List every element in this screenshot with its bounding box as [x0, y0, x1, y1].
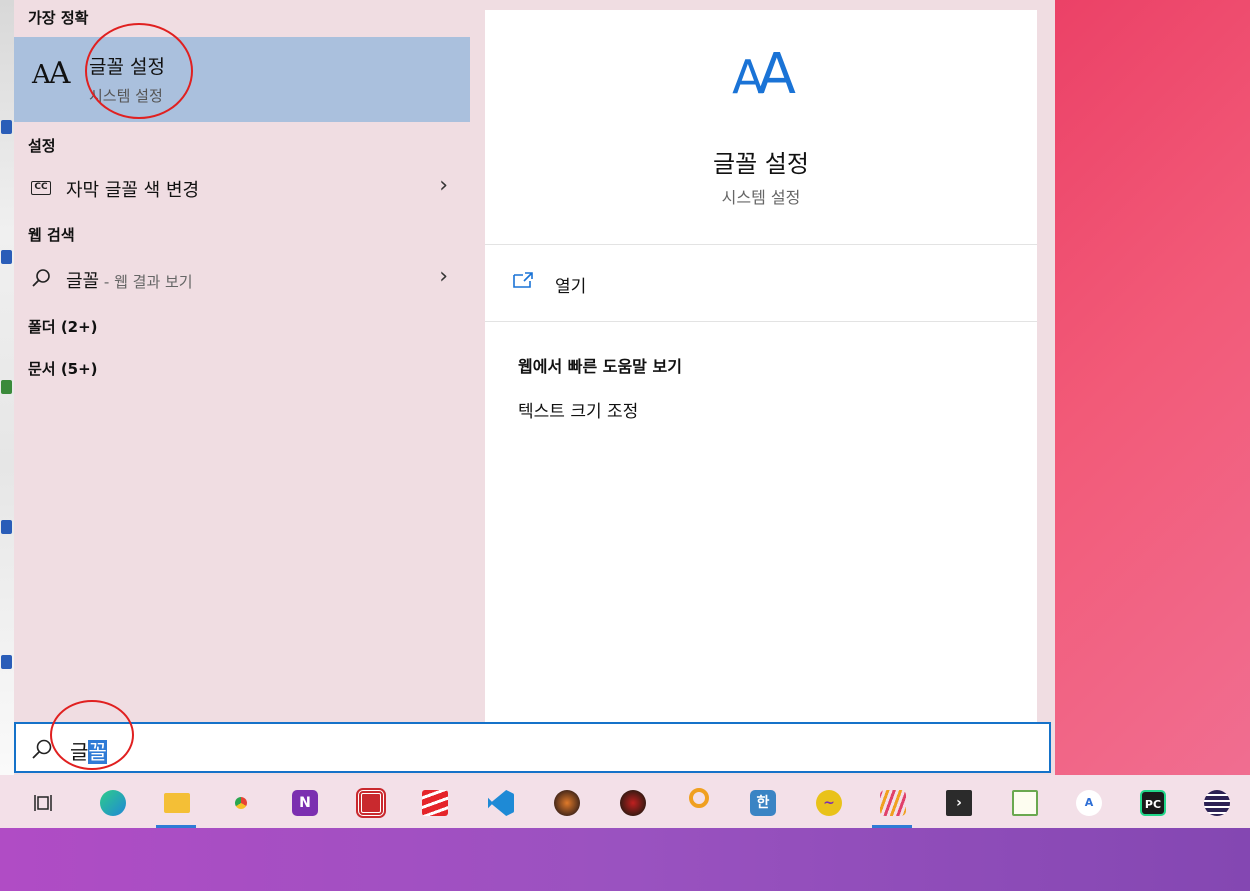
settings-header: 설정: [28, 137, 56, 155]
vscode-button[interactable]: [480, 783, 520, 823]
results-list: 가장 정확 AA 글꼴 설정 시스템 설정 설정 CC 자막 글꼴 색 변경 ›…: [14, 0, 470, 722]
magnifier-app-button[interactable]: [678, 783, 718, 823]
eclipse-button[interactable]: [1196, 783, 1236, 823]
file-explorer-icon: [164, 793, 190, 813]
highlight-circle: [85, 23, 193, 119]
web-search-suffix: - 웹 결과 보기: [99, 273, 193, 291]
audio-wave-app-icon: ~: [816, 790, 842, 816]
edge-icon: [100, 790, 126, 816]
highlight-circle: [50, 700, 134, 770]
task-view-icon: [34, 795, 52, 811]
chevron-right-icon[interactable]: ›: [439, 264, 448, 289]
notepad-chart-app-button[interactable]: [1004, 783, 1044, 823]
audio-wave-app-button[interactable]: ~: [808, 783, 848, 823]
hwp-button[interactable]: 한: [742, 783, 782, 823]
settings-item-label: 자막 글꼴 색 변경: [66, 180, 200, 201]
start-search-panel: 가장 정확 AA 글꼴 설정 시스템 설정 설정 CC 자막 글꼴 색 변경 ›…: [14, 0, 1055, 775]
pycharm-icon: PC: [1140, 790, 1166, 816]
colorful-lines-app-icon: [880, 790, 906, 816]
font-icon: AA: [732, 42, 796, 107]
documents-header[interactable]: 문서 (5+): [28, 358, 98, 379]
ai-app-button[interactable]: A: [1068, 783, 1108, 823]
red-stripes-app-button[interactable]: [414, 783, 454, 823]
onenote-button[interactable]: N: [284, 783, 324, 823]
desktop-background: [0, 828, 1250, 891]
vscode-icon: [488, 790, 514, 816]
chrome-button[interactable]: [220, 783, 260, 823]
preview-pane: AA 글꼴 설정 시스템 설정 열기 웹에서 빠른 도움말 보기 텍스트 크기 …: [485, 10, 1037, 722]
quick-help-header: 웹에서 빠른 도움말 보기: [518, 357, 682, 376]
open-external-icon: [513, 272, 533, 288]
help-link-text-size[interactable]: 텍스트 크기 조정: [518, 397, 638, 422]
pycharm-button[interactable]: PC: [1132, 783, 1172, 823]
ai-app-icon: A: [1076, 790, 1102, 816]
desktop-strip: [0, 0, 14, 775]
search-input[interactable]: 글꼴: [14, 722, 1051, 773]
edge-button[interactable]: [92, 783, 132, 823]
onenote-icon: N: [292, 790, 318, 816]
best-match-header: 가장 정확: [28, 9, 89, 27]
terminal-app-icon: ›: [946, 790, 972, 816]
colorful-lines-app-button[interactable]: [872, 783, 912, 828]
web-search-query: 글꼴: [66, 271, 100, 292]
web-search-header: 웹 검색: [28, 226, 75, 244]
task-view-button[interactable]: [24, 783, 64, 823]
red-square-app-icon: [356, 788, 386, 818]
taskbar: N 한 ~ › A PC: [0, 775, 1250, 828]
eclipse-icon: [1204, 790, 1230, 816]
diablo-button[interactable]: [546, 783, 586, 823]
diablo-2-button[interactable]: [612, 783, 652, 823]
hwp-icon: 한: [750, 790, 776, 816]
terminal-app-button[interactable]: ›: [938, 783, 978, 823]
open-button[interactable]: 열기: [513, 268, 713, 298]
closed-caption-icon: CC: [31, 181, 51, 195]
best-match-item[interactable]: AA 글꼴 설정 시스템 설정: [14, 37, 470, 122]
font-icon: AA: [32, 56, 70, 91]
folders-header[interactable]: 폴더 (2+): [28, 316, 98, 337]
preview-subtitle: 시스템 설정: [721, 188, 801, 207]
diablo-icon: [554, 790, 580, 816]
search-icon: [32, 269, 50, 287]
divider: [485, 244, 1037, 245]
notepad-chart-app-icon: [1012, 790, 1038, 816]
diablo-2-icon: [620, 790, 646, 816]
red-square-app-button[interactable]: [350, 783, 390, 823]
file-explorer-button[interactable]: [156, 783, 196, 828]
web-search-item-label: 글꼴 - 웹 결과 보기: [66, 267, 193, 293]
settings-item-caption-font-color[interactable]: CC 자막 글꼴 색 변경 ›: [14, 167, 470, 207]
magnifier-app-icon: [689, 788, 709, 808]
divider: [485, 321, 1037, 322]
chrome-icon: [228, 790, 254, 816]
preview-title: 글꼴 설정: [713, 150, 809, 178]
chevron-right-icon[interactable]: ›: [439, 173, 448, 198]
red-stripes-app-icon: [422, 790, 448, 816]
open-label: 열기: [555, 277, 587, 297]
web-search-item[interactable]: 글꼴 - 웹 결과 보기 ›: [14, 258, 470, 298]
